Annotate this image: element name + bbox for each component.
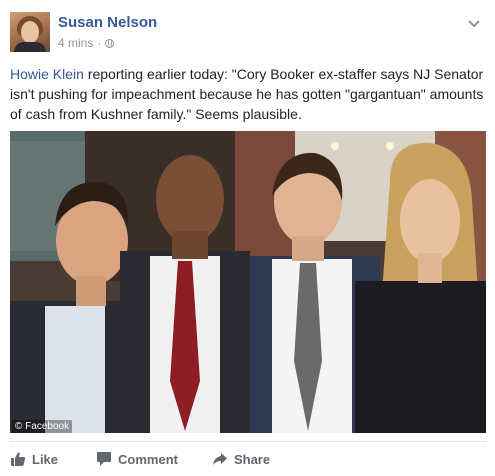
post-header: Susan Nelson 4 mins · xyxy=(10,10,485,54)
share-icon xyxy=(212,453,227,465)
comment-icon xyxy=(97,452,112,466)
post-meta: 4 mins · xyxy=(58,36,115,50)
share-button[interactable]: Share xyxy=(212,451,270,467)
post-text: Howie Klein reporting earlier today: "Co… xyxy=(10,64,486,124)
photo-watermark: © Facebook xyxy=(12,420,73,433)
share-label: Share xyxy=(233,451,271,467)
mention-link[interactable]: Howie Klein xyxy=(10,66,84,82)
thumbs-up-icon xyxy=(11,452,26,466)
comment-button[interactable]: Comment xyxy=(96,451,178,467)
photo-illustration xyxy=(10,131,486,433)
timestamp[interactable]: 4 mins xyxy=(58,36,93,50)
post-photo[interactable]: © Facebook xyxy=(10,131,486,433)
author-name[interactable]: Susan Nelson xyxy=(58,14,157,31)
avatar[interactable] xyxy=(10,12,50,52)
meta-separator: · xyxy=(97,36,102,50)
like-button[interactable]: Like xyxy=(10,451,58,467)
like-label: Like xyxy=(32,451,59,467)
action-bar: Like Comment Share xyxy=(10,446,486,472)
globe-icon xyxy=(105,38,115,48)
divider xyxy=(10,441,486,442)
chevron-down-icon[interactable] xyxy=(467,18,481,30)
comment-label: Comment xyxy=(118,451,178,467)
